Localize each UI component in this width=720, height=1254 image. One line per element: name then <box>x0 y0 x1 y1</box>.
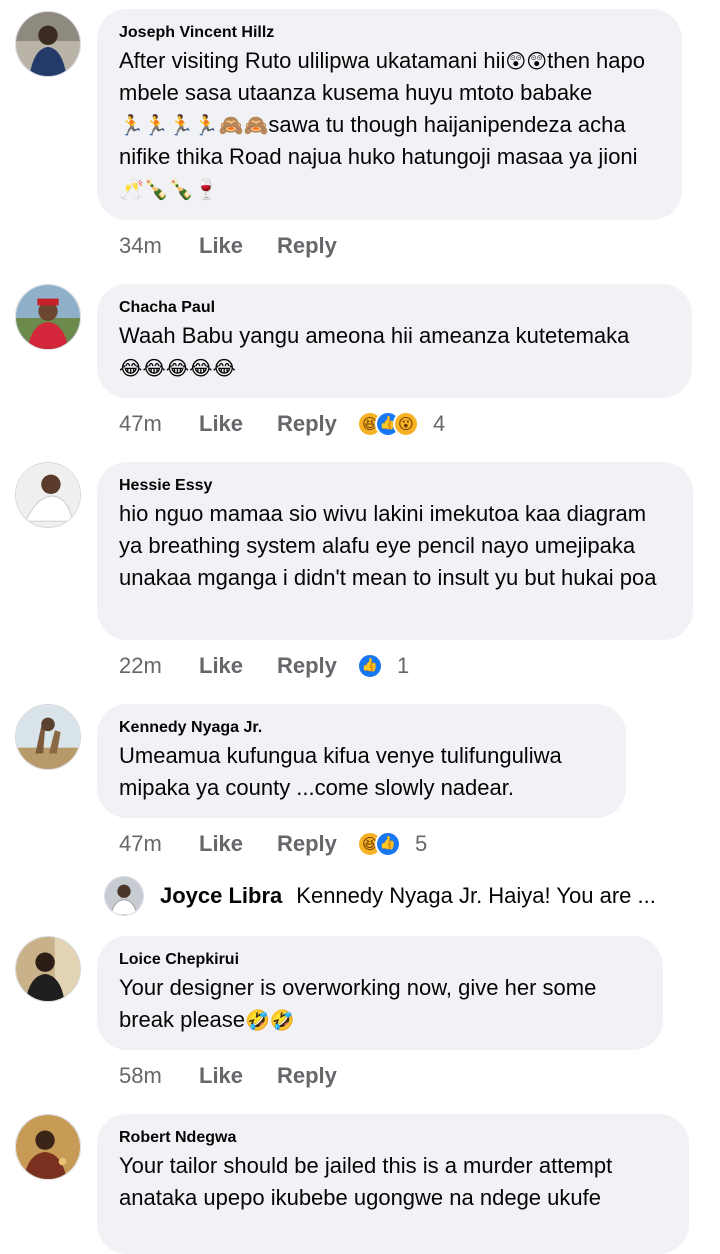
like-reaction-icon: 👍 <box>357 653 383 679</box>
comment-actions: 34m Like Reply <box>119 231 357 261</box>
comment-author[interactable]: Hessie Essy <box>119 476 673 496</box>
reply-button[interactable]: Reply <box>277 829 357 859</box>
reply-button[interactable]: Reply <box>277 409 357 439</box>
comment-author[interactable]: Chacha Paul <box>119 298 672 318</box>
reactions-summary[interactable]: 👍 1 <box>357 651 409 681</box>
avatar[interactable] <box>15 1114 81 1180</box>
reaction-count: 1 <box>397 653 410 678</box>
avatar[interactable] <box>15 704 81 770</box>
emoji: 🤣🤣 <box>244 1008 295 1032</box>
avatar[interactable] <box>15 284 81 350</box>
like-button[interactable]: Like <box>199 231 277 261</box>
like-button[interactable]: Like <box>199 829 277 859</box>
comment-text: After visiting Ruto ulilipwa ukatamani h… <box>119 48 645 201</box>
reply-author[interactable]: Joyce Libra <box>160 883 282 909</box>
comment-bubble: Robert Ndegwa Your tailor should be jail… <box>97 1114 689 1254</box>
avatar[interactable] <box>104 876 144 916</box>
comment-author[interactable]: Robert Ndegwa <box>119 1128 669 1148</box>
avatar[interactable] <box>15 11 81 77</box>
reply-button[interactable]: Reply <box>277 651 357 681</box>
emoji: 😂😂😂😂😂 <box>119 356 236 380</box>
reactions-summary[interactable]: 😆 👍 😮 4 <box>357 409 445 439</box>
avatar[interactable] <box>15 936 81 1002</box>
comment-text: Umeamua kufungua kifua venye tulifunguli… <box>119 743 562 800</box>
reactions-summary[interactable]: 😆 👍 5 <box>357 829 427 859</box>
comment-text: Your designer is overworking now, give h… <box>119 975 597 1032</box>
comment-bubble: Kennedy Nyaga Jr. Umeamua kufungua kifua… <box>97 704 626 818</box>
timestamp[interactable]: 34m <box>119 231 199 261</box>
like-button[interactable]: Like <box>199 651 277 681</box>
reaction-count: 5 <box>415 831 428 856</box>
timestamp[interactable]: 22m <box>119 651 199 681</box>
like-button[interactable]: Like <box>199 409 277 439</box>
comment-actions: 22m Like Reply 👍 1 <box>119 651 409 681</box>
wow-reaction-icon: 😮 <box>393 411 419 437</box>
comment-text: Your tailor should be jailed this is a m… <box>119 1153 613 1210</box>
comment-bubble: Chacha Paul Waah Babu yangu ameona hii a… <box>97 284 692 398</box>
comment-author[interactable]: Joseph Vincent Hillz <box>119 23 662 43</box>
comment-author[interactable]: Kennedy Nyaga Jr. <box>119 718 606 738</box>
timestamp[interactable]: 58m <box>119 1061 199 1091</box>
reply-text: Kennedy Nyaga Jr. Haiya! You are ... <box>296 883 656 908</box>
comment-author[interactable]: Loice Chepkirui <box>119 950 643 970</box>
comment-bubble: Joseph Vincent Hillz After visiting Ruto… <box>97 9 682 220</box>
like-reaction-icon: 👍 <box>375 831 401 857</box>
comment-text: hio nguo mamaa sio wivu lakini imekutoa … <box>119 501 657 590</box>
reaction-count: 4 <box>433 411 446 436</box>
reply-button[interactable]: Reply <box>277 1061 357 1091</box>
reply-button[interactable]: Reply <box>277 231 357 261</box>
comment-actions: 47m Like Reply 😆 👍 5 <box>119 829 427 859</box>
comment-bubble: Hessie Essy hio nguo mamaa sio wivu laki… <box>97 462 693 640</box>
timestamp[interactable]: 47m <box>119 829 199 859</box>
timestamp[interactable]: 47m <box>119 409 199 439</box>
avatar[interactable] <box>15 462 81 528</box>
like-button[interactable]: Like <box>199 1061 277 1091</box>
comment-bubble: Loice Chepkirui Your designer is overwor… <box>97 936 663 1050</box>
reply-preview[interactable]: Joyce Libra Kennedy Nyaga Jr. Haiya! You… <box>104 874 656 918</box>
emoji: 🥂🍾🍾🍷 <box>119 177 219 201</box>
emoji: 🏃🏃🏃🏃🙈🙈 <box>119 113 269 137</box>
comment-actions: 58m Like Reply <box>119 1061 357 1091</box>
comment-actions: 47m Like Reply 😆 👍 😮 4 <box>119 409 445 439</box>
comment-text: Waah Babu yangu ameona hii ameanza kutet… <box>119 323 630 380</box>
emoji: 😲😲 <box>505 49 548 73</box>
